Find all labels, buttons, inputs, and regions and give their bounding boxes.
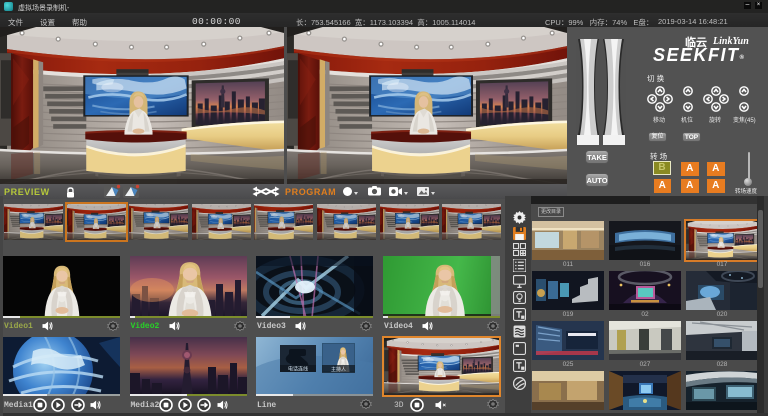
svg-text:主持人: 主持人	[331, 366, 346, 373]
svg-text:电话连线: 电话连线	[288, 366, 308, 373]
